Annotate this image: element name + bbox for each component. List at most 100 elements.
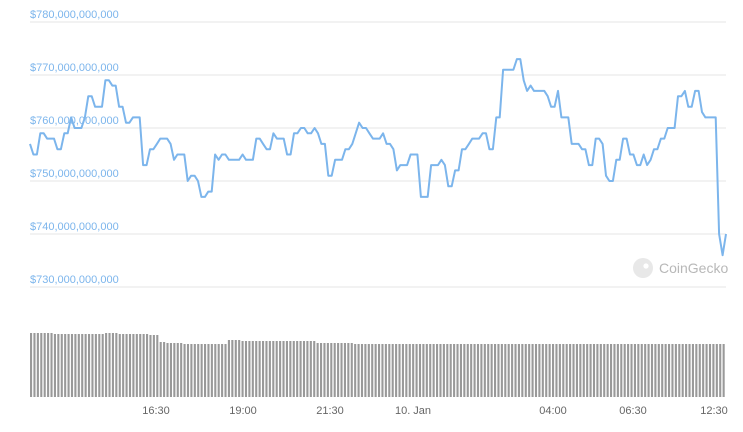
volume-bar <box>453 344 456 397</box>
volume-bar <box>668 344 671 397</box>
volume-bar <box>633 344 636 397</box>
volume-bar <box>466 344 469 397</box>
volume-bar <box>661 344 664 397</box>
volume-bar <box>122 334 125 397</box>
volume-bar <box>712 344 715 397</box>
volume-bar <box>146 334 149 397</box>
volume-bar <box>33 333 36 397</box>
volume-bar <box>98 334 101 397</box>
volume-bar <box>221 344 224 397</box>
volume-bar <box>292 341 295 397</box>
volume-bar <box>657 344 660 397</box>
volume-bar <box>248 341 251 397</box>
volume-bar <box>616 344 619 397</box>
price-series-line <box>29 58 727 257</box>
volume-bar <box>569 344 572 397</box>
volume-bar <box>418 344 422 397</box>
volume-bar <box>408 344 411 397</box>
volume-bar <box>538 344 541 397</box>
volume-bar <box>456 344 459 397</box>
volume-bar <box>64 334 67 397</box>
y-tick-label: $750,000,000,000 <box>30 168 119 180</box>
volume-bar <box>565 344 568 397</box>
volume-bar <box>644 344 647 397</box>
volume-bar <box>258 341 261 397</box>
volume-bar <box>627 344 630 397</box>
volume-bar <box>500 344 503 397</box>
volume-bar <box>534 344 538 397</box>
volume-bar <box>53 334 56 397</box>
market-cap-chart: $780,000,000,000$770,000,000,000$760,000… <box>29 9 728 417</box>
volume-bar <box>446 344 449 397</box>
volume-bar <box>364 344 367 397</box>
volume-bar <box>67 334 70 397</box>
volume-bar <box>398 344 401 397</box>
volume-bar <box>637 344 640 397</box>
volume-bar <box>436 344 439 397</box>
volume-bar <box>415 344 418 397</box>
volume-bar <box>347 343 350 397</box>
volume-bar <box>173 343 176 397</box>
volume-bar <box>671 344 674 397</box>
volume-bar <box>425 344 428 397</box>
volume-bar <box>401 344 404 397</box>
volume-bar <box>514 344 517 397</box>
volume-bar <box>313 341 316 397</box>
volume-bar <box>354 344 357 397</box>
volume-bar <box>265 341 268 397</box>
volume-bar <box>74 334 77 397</box>
volume-bar <box>531 344 534 397</box>
x-tick-label: 16:30 <box>142 405 170 417</box>
volume-bar <box>251 341 254 397</box>
volume-bar <box>654 344 657 397</box>
volume-bar <box>681 344 684 397</box>
volume-bar <box>381 344 384 397</box>
volume-bar <box>412 344 415 397</box>
volume-bar <box>610 344 613 397</box>
volume-bar <box>234 340 237 397</box>
volume-bar <box>275 341 278 397</box>
volume-bar <box>30 333 33 397</box>
volume-bar <box>166 343 169 397</box>
gecko-eye-icon <box>643 263 649 269</box>
volume-bar <box>340 343 343 397</box>
volume-bar <box>647 344 650 397</box>
volume-bar <box>111 333 114 397</box>
volume-bar <box>688 344 691 397</box>
grid-lines <box>30 21 726 288</box>
volume-bar <box>176 343 179 397</box>
volume-bar <box>691 344 694 397</box>
volume-bar <box>91 334 94 397</box>
y-tick-label: $740,000,000,000 <box>30 221 119 233</box>
x-tick-label: 12:30 <box>700 405 728 417</box>
volume-bar <box>289 341 292 397</box>
volume-bar <box>163 342 166 397</box>
volume-bar <box>193 344 196 397</box>
volume-bar <box>459 344 462 397</box>
volume-bar <box>306 341 309 397</box>
volume-bar <box>244 341 248 397</box>
volume-bar <box>135 334 138 397</box>
volume-bar <box>268 341 271 397</box>
watermark-text: CoinGecko <box>659 260 728 276</box>
volume-bar <box>572 344 575 397</box>
volume-bar <box>70 334 74 397</box>
volume-bar <box>463 344 466 397</box>
y-tick-label: $730,000,000,000 <box>30 274 119 286</box>
volume-bar <box>231 340 234 397</box>
volume-bar <box>497 344 500 397</box>
volume-bar <box>685 344 688 397</box>
volume-bar <box>606 344 609 397</box>
volume-bar <box>483 344 486 397</box>
volume-bar <box>333 343 336 397</box>
volume-bar <box>555 344 558 397</box>
volume-bar <box>596 344 599 397</box>
volume-bar <box>272 341 275 397</box>
volume-bar <box>350 343 353 397</box>
volume-bar <box>620 344 623 397</box>
volume-bar <box>302 341 306 397</box>
volume-bar <box>57 334 60 397</box>
volume-bar <box>326 343 329 397</box>
volume-bar <box>227 340 230 397</box>
volume-bar <box>183 344 186 397</box>
